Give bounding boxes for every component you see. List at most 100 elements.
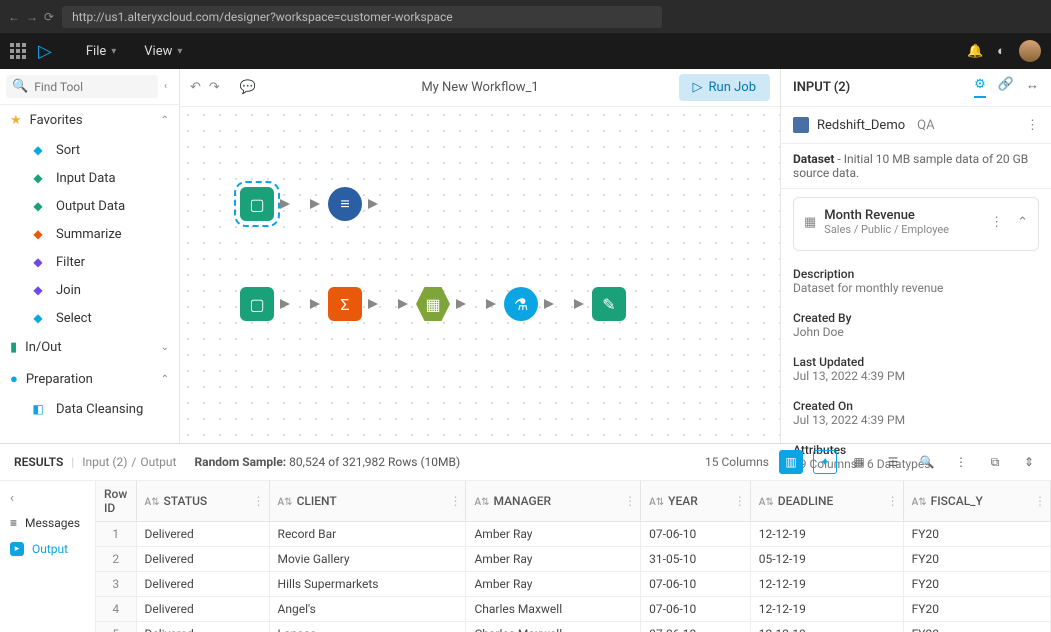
app-launcher-icon[interactable] [10, 43, 26, 59]
workflow-canvas[interactable]: ▢ ≡ ▢ Σ ▦ ⚗ ✎ [180, 107, 780, 443]
more-icon[interactable]: ⋮ [990, 215, 1003, 230]
col-menu-icon[interactable]: ⋮ [887, 494, 899, 508]
cleansing-icon: ◧ [30, 401, 46, 417]
more-icon[interactable]: ⋮ [949, 450, 973, 474]
tool-sort[interactable]: ◆Sort [0, 136, 179, 164]
results-tab-messages[interactable]: ≡Messages [0, 510, 95, 536]
collapse-results-icon[interactable]: ‹ [0, 487, 95, 510]
col-row-id[interactable]: Row ID [96, 481, 136, 522]
tool-summarize[interactable]: ◆Summarize [0, 220, 179, 248]
col-manager[interactable]: A⇅MANAGER⋮ [466, 481, 641, 522]
col-client[interactable]: A⇅CLIENT⋮ [269, 481, 466, 522]
tab-output[interactable]: Output [136, 455, 180, 469]
browser-chrome: ← → ⟳ http://us1.alteryxcloud.com/design… [0, 0, 1051, 33]
tab-input[interactable]: Input (2) [78, 455, 131, 469]
col-menu-icon[interactable]: ⋮ [449, 494, 461, 508]
node-input-data[interactable]: ▢ [240, 187, 274, 221]
tool-join[interactable]: ◆Join [0, 276, 179, 304]
user-avatar[interactable] [1019, 40, 1041, 62]
category-inout[interactable]: ▮ In/Out ⌄ [0, 332, 179, 363]
search-input[interactable] [34, 80, 152, 94]
connector-icon [398, 299, 408, 309]
connector-icon [280, 199, 290, 209]
info-created-on: Created OnJul 13, 2022 4:39 PM [781, 391, 1051, 435]
tool-sidebar: 🔍 ‹ ★ Favorites ⌃ ◆Sort◆Input Data◆Outpu… [0, 69, 180, 443]
chevron-up-icon[interactable]: ⌃ [1017, 215, 1028, 230]
col-menu-icon[interactable]: ⋮ [734, 494, 746, 508]
tool-search[interactable]: 🔍 [6, 75, 158, 98]
tool-select[interactable]: ◆Select [0, 304, 179, 332]
category-preparation[interactable]: ● Preparation ⌃ [0, 363, 179, 395]
info-description: DescriptionDataset for monthly revenue [781, 259, 1051, 303]
redo-icon[interactable]: ↷ [209, 80, 220, 95]
link-icon[interactable]: 🔗 [998, 77, 1014, 98]
chart-view-icon[interactable]: ▥ [779, 450, 803, 474]
chevron-up-icon: ⌃ [161, 115, 169, 126]
connector-icon [280, 299, 290, 309]
col-menu-icon[interactable]: ⋮ [624, 494, 636, 508]
col-menu-icon[interactable]: ⋮ [253, 494, 265, 508]
results-panel: RESULTS | Input (2) / Output Random Samp… [0, 443, 1051, 632]
table-row[interactable]: 3DeliveredHills SupermarketsAmber Ray07-… [96, 572, 1051, 597]
connector-icon [368, 299, 378, 309]
app-logo-icon[interactable]: ▷ [38, 41, 52, 62]
col-fiscal_y[interactable]: A⇅FISCAL_Y⋮ [903, 481, 1050, 522]
tool-data-cleansing[interactable]: ◧ Data Cleansing [0, 395, 179, 423]
back-icon[interactable]: ← [8, 10, 20, 24]
col-menu-icon[interactable]: ⋮ [1034, 494, 1046, 508]
collapse-sidebar-icon[interactable]: ‹ [158, 81, 173, 92]
expand-icon[interactable]: ↔ [1026, 77, 1039, 98]
run-job-button[interactable]: ▷ Run Job [679, 74, 770, 101]
app-topbar: ▷ File▾ View▾ 🔔 ◐ [0, 33, 1051, 69]
popout-icon[interactable]: ⧉ [983, 450, 1007, 474]
tool-filter[interactable]: ◆Filter [0, 248, 179, 276]
node-select[interactable]: ≡ [328, 187, 362, 221]
chevron-down-icon: ⌄ [161, 342, 169, 353]
moon-icon[interactable]: ◐ [997, 43, 1005, 59]
list-view-icon[interactable]: ☰ [881, 450, 905, 474]
results-table[interactable]: Row IDA⇅STATUS⋮A⇅CLIENT⋮A⇅MANAGER⋮A⇅YEAR… [96, 481, 1051, 632]
chevron-up-icon: ⌃ [161, 374, 169, 385]
dataset-description: Dataset - Initial 10 MB sample data of 2… [781, 144, 1051, 189]
card-title: Month Revenue [824, 208, 982, 223]
category-favorites[interactable]: ★ Favorites ⌃ [0, 105, 179, 136]
chevron-down-icon: ▾ [177, 46, 182, 57]
col-year[interactable]: A⇅YEAR⋮ [641, 481, 751, 522]
node-output-data[interactable]: ✎ [592, 287, 626, 321]
node-formula[interactable]: ⚗ [504, 287, 538, 321]
search-icon: 🔍 [12, 79, 28, 94]
forward-icon[interactable]: → [26, 10, 38, 24]
tool-input-data[interactable]: ◆Input Data [0, 164, 179, 192]
grid-view-icon[interactable]: ▦ [847, 450, 871, 474]
tool-output-data[interactable]: ◆Output Data [0, 192, 179, 220]
table-row[interactable]: 5DeliveredLanecoCharles Maxwell07-06-101… [96, 622, 1051, 632]
url-bar[interactable]: http://us1.alteryxcloud.com/designer?wor… [62, 6, 662, 28]
undo-icon[interactable]: ↶ [190, 80, 201, 95]
bell-icon[interactable]: 🔔 [967, 44, 983, 59]
table-row[interactable]: 2DeliveredMovie GalleryAmber Ray31-05-10… [96, 547, 1051, 572]
more-icon[interactable]: ⋮ [1026, 118, 1039, 133]
gear-icon[interactable]: ⚙ [974, 77, 986, 98]
node-input-data-2[interactable]: ▢ [240, 287, 274, 321]
tool-icon: ◆ [30, 282, 46, 298]
dataset-env: QA [917, 118, 934, 133]
suggest-icon[interactable]: ✦ [813, 450, 837, 474]
connector-icon [574, 299, 584, 309]
panel-title: INPUT (2) [793, 80, 850, 95]
table-row[interactable]: 4DeliveredAngel'sCharles Maxwell07-06-10… [96, 597, 1051, 622]
tab-results[interactable]: RESULTS [10, 455, 67, 469]
col-deadline[interactable]: A⇅DEADLINE⋮ [750, 481, 903, 522]
node-filter[interactable]: ▦ [416, 287, 450, 321]
col-status[interactable]: A⇅STATUS⋮ [136, 481, 269, 522]
search-results-icon[interactable]: 🔍 [915, 450, 939, 474]
results-tab-output[interactable]: ▸Output [0, 536, 95, 562]
workflow-title: My New Workflow_1 [421, 80, 538, 95]
reload-icon[interactable]: ⟳ [44, 10, 54, 24]
comment-icon[interactable]: 💬 [240, 80, 256, 95]
expand-vertical-icon[interactable]: ⇕ [1017, 450, 1041, 474]
table-row[interactable]: 1DeliveredRecord BarAmber Ray07-06-1012-… [96, 522, 1051, 547]
menu-file[interactable]: File▾ [72, 44, 130, 59]
tool-icon: ◆ [30, 254, 46, 270]
menu-view[interactable]: View▾ [130, 44, 196, 59]
node-summarize[interactable]: Σ [328, 287, 362, 321]
